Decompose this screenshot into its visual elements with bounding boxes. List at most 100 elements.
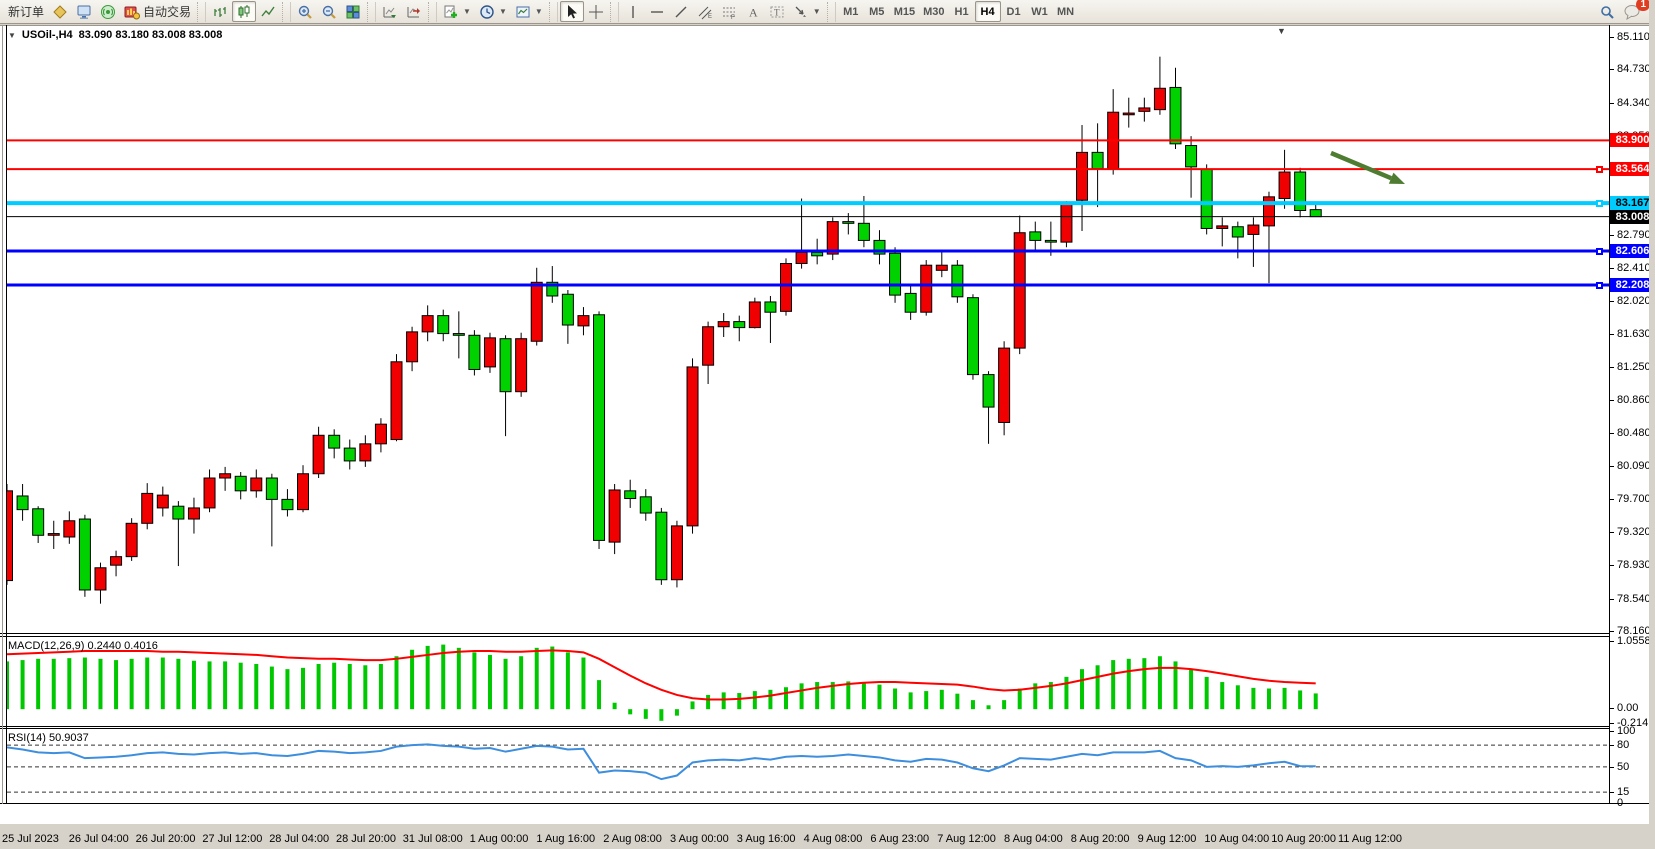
candle-down[interactable] [967, 298, 978, 375]
candle-down[interactable] [1310, 210, 1321, 217]
candle-up[interactable] [827, 222, 838, 254]
candle-down[interactable] [469, 335, 480, 369]
candle-down[interactable] [1232, 227, 1243, 237]
terminal-button[interactable] [72, 1, 96, 22]
candle-up[interactable] [796, 252, 807, 263]
candle-down[interactable] [329, 435, 340, 448]
candle-up[interactable] [687, 367, 698, 526]
candle-down[interactable] [562, 294, 573, 325]
candle-up[interactable] [188, 508, 199, 519]
candle-up[interactable] [422, 316, 433, 332]
notifications-button[interactable]: 1 [1619, 1, 1645, 22]
candle-up[interactable] [64, 521, 75, 537]
candle-up[interactable] [251, 478, 262, 491]
autoscroll-button[interactable] [378, 1, 402, 22]
pane-splitter[interactable] [0, 728, 1610, 729]
candle-up[interactable] [1077, 152, 1088, 200]
autotrade-button[interactable]: 自动交易 [120, 1, 195, 22]
bar-chart-mode-button[interactable] [208, 1, 232, 22]
candle-down[interactable] [625, 491, 636, 499]
candle-down[interactable] [453, 334, 464, 336]
candle-up[interactable] [671, 526, 682, 580]
alert-button[interactable] [48, 1, 72, 22]
candle-up[interactable] [1279, 172, 1290, 198]
timeframe-button-d1[interactable]: D1 [1001, 1, 1027, 22]
candle-down[interactable] [952, 265, 963, 297]
candle-down[interactable] [1045, 240, 1056, 242]
signals-button[interactable] [96, 1, 120, 22]
pane-splitter[interactable] [0, 636, 1610, 637]
candle-up[interactable] [375, 424, 386, 444]
timeframe-button-h1[interactable]: H1 [949, 1, 975, 22]
templates-button[interactable]: ▼ [511, 1, 547, 22]
candle-up[interactable] [531, 282, 542, 341]
candle-down[interactable] [890, 253, 901, 295]
cursor-tool-button[interactable] [560, 1, 584, 22]
candle-up[interactable] [1123, 113, 1134, 115]
line-chart-mode-button[interactable] [256, 1, 280, 22]
candle-up[interactable] [313, 435, 324, 473]
candle-up[interactable] [1248, 225, 1259, 234]
candle-up[interactable] [204, 478, 215, 508]
timeframe-button-m30[interactable]: M30 [919, 1, 948, 22]
candle-up[interactable] [484, 338, 495, 367]
chart-shift-button[interactable] [402, 1, 426, 22]
vertical-line-tool-button[interactable] [621, 1, 645, 22]
candlestick-mode-button[interactable] [232, 1, 256, 22]
candle-down[interactable] [594, 315, 605, 541]
tile-windows-button[interactable] [341, 1, 365, 22]
candle-down[interactable] [812, 252, 823, 255]
timeframe-button-m5[interactable]: M5 [864, 1, 890, 22]
zoom-out-button[interactable] [317, 1, 341, 22]
candle-up[interactable] [749, 302, 760, 328]
zoom-in-button[interactable] [293, 1, 317, 22]
candle-down[interactable] [734, 322, 745, 328]
price-pane[interactable] [7, 25, 1609, 634]
candle-up[interactable] [407, 332, 418, 362]
candle-down[interactable] [1201, 169, 1212, 228]
text-tool-button[interactable]: A [741, 1, 765, 22]
line-drag-knob[interactable] [1596, 282, 1603, 289]
candle-up[interactable] [360, 444, 371, 461]
timeframe-button-h4[interactable]: H4 [975, 1, 1001, 22]
candle-up[interactable] [48, 534, 59, 536]
candle-down[interactable] [983, 375, 994, 407]
candle-down[interactable] [33, 509, 44, 535]
timeframe-button-m1[interactable]: M1 [838, 1, 864, 22]
candle-down[interactable] [173, 506, 184, 519]
candle-up[interactable] [921, 265, 932, 312]
candle-up[interactable] [1154, 88, 1165, 109]
candle-up[interactable] [703, 327, 714, 365]
candle-up[interactable] [718, 322, 729, 327]
candle-up[interactable] [220, 474, 231, 478]
crosshair-tool-button[interactable] [584, 1, 608, 22]
timeframe-button-w1[interactable]: W1 [1027, 1, 1053, 22]
candle-down[interactable] [17, 496, 28, 510]
fibonacci-tool-button[interactable]: F [717, 1, 741, 22]
candle-up[interactable] [936, 265, 947, 270]
horizontal-line-tool-button[interactable] [645, 1, 669, 22]
channel-tool-button[interactable]: E [693, 1, 717, 22]
candle-up[interactable] [391, 362, 402, 440]
line-drag-knob[interactable] [1596, 166, 1603, 173]
trend-arrow-annotation[interactable] [1331, 153, 1391, 178]
trendline-tool-button[interactable] [669, 1, 693, 22]
candle-down[interactable] [1186, 146, 1197, 167]
candle-down[interactable] [765, 302, 776, 312]
candle-down[interactable] [858, 223, 869, 240]
indicators-button[interactable]: ▼ [439, 1, 475, 22]
candle-down[interactable] [1030, 232, 1041, 241]
candle-up[interactable] [1139, 108, 1150, 111]
candle-up[interactable] [7, 491, 13, 581]
candle-up[interactable] [999, 348, 1010, 422]
search-button[interactable] [1595, 1, 1619, 22]
candle-down[interactable] [235, 476, 246, 491]
time-axis[interactable]: 25 Jul 202326 Jul 04:0026 Jul 20:0027 Ju… [0, 833, 1655, 849]
candle-up[interactable] [298, 474, 309, 510]
candle-down[interactable] [1170, 87, 1181, 143]
candle-down[interactable] [282, 499, 293, 509]
candle-down[interactable] [266, 478, 277, 499]
candle-up[interactable] [157, 495, 168, 508]
periods-button[interactable]: ▼ [475, 1, 511, 22]
line-drag-knob[interactable] [1596, 200, 1603, 207]
